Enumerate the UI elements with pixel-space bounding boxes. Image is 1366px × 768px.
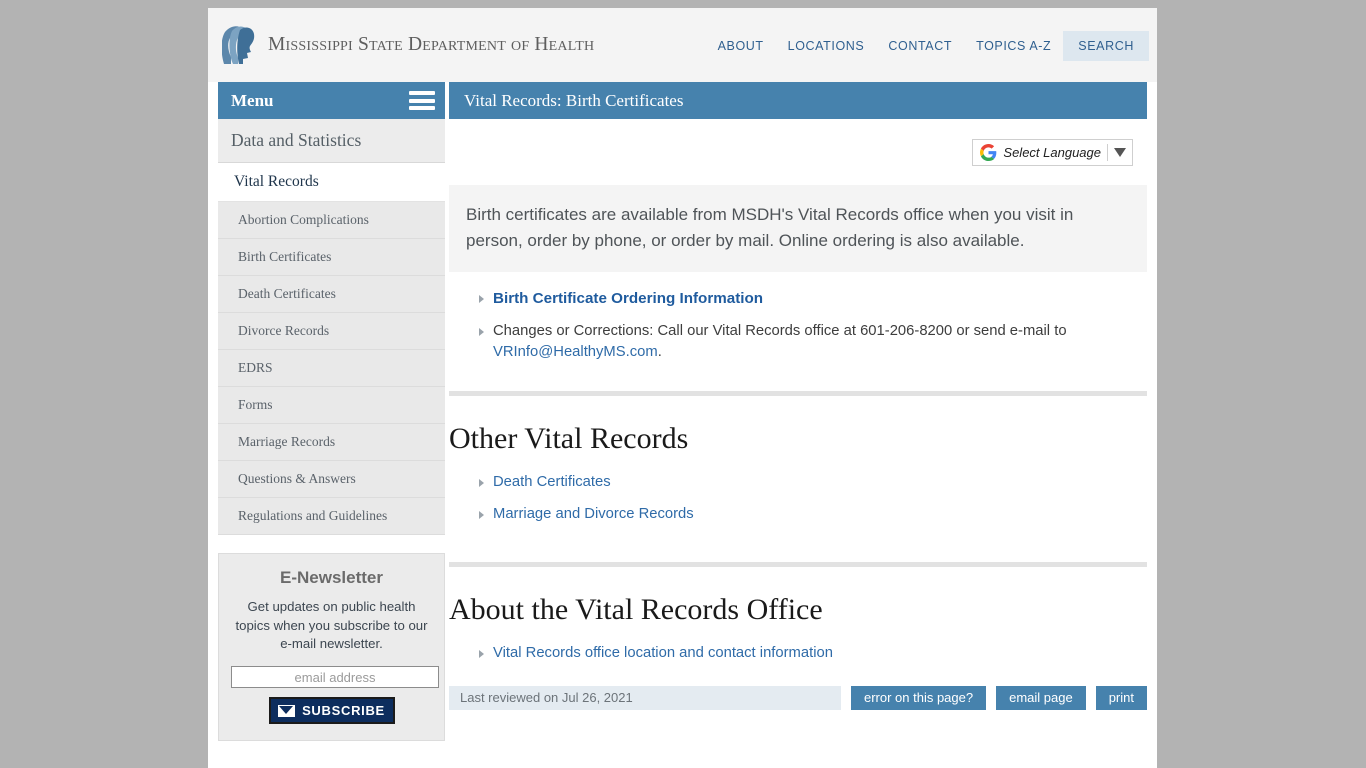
intro-paragraph: Birth certificates are available from MS… [449,185,1147,272]
list-item: Vital Records office location and contac… [479,643,1147,664]
translate-divider [1107,144,1108,161]
newsletter-title: E-Newsletter [280,568,383,587]
page-title: Vital Records: Birth Certificates [464,90,684,110]
print-button[interactable]: print [1095,685,1147,710]
sidebar-item-vital-records[interactable]: Vital Records [218,163,445,202]
google-translate-widget[interactable]: Select Language [972,139,1133,166]
page-container: Mississippi State Department of Health A… [208,8,1157,768]
sidebar-section-heading[interactable]: Data and Statistics [218,119,445,163]
hamburger-icon[interactable] [409,91,435,110]
newsletter-subscribe-label: SUBSCRIBE [302,703,385,719]
main-content: Vital Records: Birth Certificates Select… [449,82,1147,710]
translate-row: Select Language [449,119,1147,166]
error-on-page-button[interactable]: error on this page? [850,685,987,710]
other-vital-records-list: Death Certificates Marriage and Divorce … [449,472,1147,525]
link-vrinfo-email[interactable]: VRInfo@HealthyMS.com [493,344,658,360]
link-marriage-divorce-records[interactable]: Marriage and Divorce Records [493,506,694,522]
sidebar: Menu Data and Statistics Vital Records A… [218,82,445,742]
newsletter-email-input[interactable] [231,666,439,689]
sidebar-menu-label: Menu [231,90,274,110]
about-office-list: Vital Records office location and contac… [449,643,1147,664]
section-heading-other-vital-records: Other Vital Records [449,421,689,455]
sidebar-item-forms[interactable]: Forms [218,387,445,424]
newsletter-description: Get updates on public health topics when… [235,599,428,652]
sidebar-item-divorce-records[interactable]: Divorce Records [218,313,445,350]
link-office-location-contact[interactable]: Vital Records office location and contac… [493,645,833,661]
primary-links-list: Birth Certificate Ordering Information C… [449,288,1147,363]
email-page-button[interactable]: email page [996,685,1086,710]
changes-corrections-text: Changes or Corrections: Call our Vital R… [493,322,1067,360]
section-divider [449,561,1147,567]
nav-topics-az[interactable]: TOPICS A-Z [964,31,1063,61]
list-item: Birth Certificate Ordering Information [479,288,1147,310]
list-item: Death Certificates [479,472,1147,493]
site-logo[interactable]: Mississippi State Department of Health [222,24,594,66]
body-row: Menu Data and Statistics Vital Records A… [208,82,1157,742]
sidebar-item-marriage-records[interactable]: Marriage Records [218,424,445,461]
chevron-down-icon[interactable] [1114,148,1126,157]
nav-contact[interactable]: CONTACT [876,31,964,61]
site-name: Mississippi State Department of Health [268,34,595,55]
nav-locations[interactable]: LOCATIONS [776,31,877,61]
list-item: Marriage and Divorce Records [479,504,1147,525]
envelope-icon [278,704,296,717]
list-item: Changes or Corrections: Call our Vital R… [479,321,1147,363]
sidebar-item-death-certificates[interactable]: Death Certificates [218,276,445,313]
msdh-profiles-logo-icon [222,26,255,65]
section-divider [449,390,1147,396]
sidebar-item-questions-answers[interactable]: Questions & Answers [218,461,445,498]
page-title-bar: Vital Records: Birth Certificates [449,82,1147,119]
sidebar-menu-bar[interactable]: Menu [218,82,445,119]
site-header: Mississippi State Department of Health A… [208,8,1157,82]
sidebar-item-edrs[interactable]: EDRS [218,350,445,387]
sidebar-item-birth-certificates[interactable]: Birth Certificates [218,239,445,276]
sidebar-item-regulations-guidelines[interactable]: Regulations and Guidelines [218,498,445,535]
nav-search[interactable]: SEARCH [1063,31,1149,61]
nav-about[interactable]: ABOUT [706,31,776,61]
newsletter-box: E-Newsletter Get updates on public healt… [218,553,445,742]
last-reviewed-text: Last reviewed on Jul 26, 2021 [449,685,841,710]
page-footer-row: Last reviewed on Jul 26, 2021 error on t… [449,685,1147,710]
translate-label: Select Language [1003,145,1101,160]
section-heading-about-vital-records-office: About the Vital Records Office [449,592,823,626]
google-g-icon [980,144,997,161]
top-navigation: ABOUT LOCATIONS CONTACT TOPICS A-Z SEARC… [706,31,1149,61]
link-birth-certificate-ordering[interactable]: Birth Certificate Ordering Information [493,290,763,307]
newsletter-subscribe-button[interactable]: SUBSCRIBE [268,697,395,725]
sidebar-item-abortion-complications[interactable]: Abortion Complications [218,202,445,239]
link-death-certificates[interactable]: Death Certificates [493,474,611,490]
